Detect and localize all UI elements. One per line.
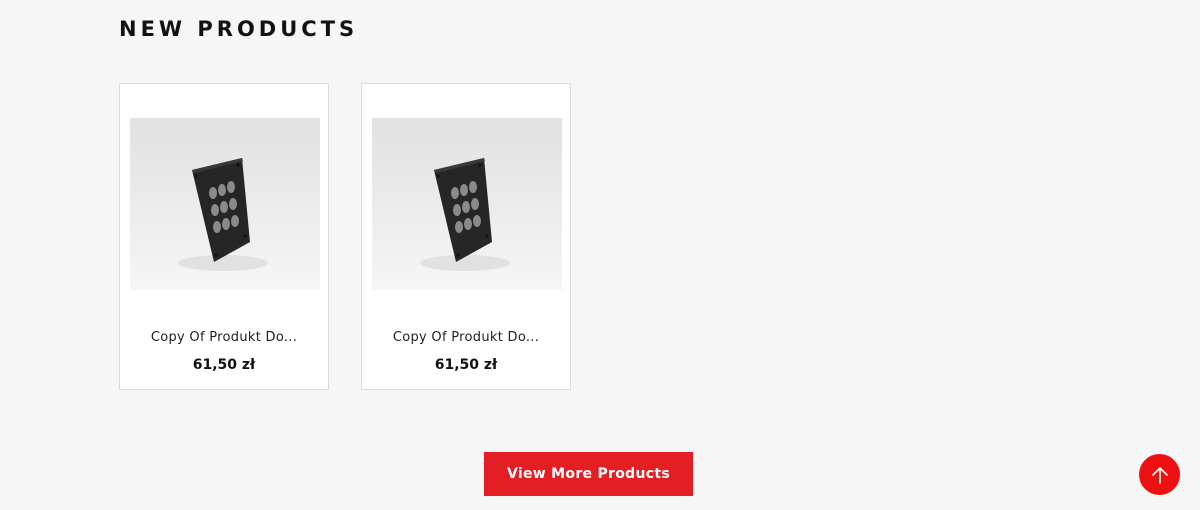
product-card[interactable]: Copy Of Produkt Do... 61,50 zł <box>119 83 329 390</box>
keypad-panel-image <box>178 158 268 271</box>
product-name[interactable]: Copy Of Produkt Do... <box>362 330 570 345</box>
product-price: 61,50 zł <box>192 357 256 373</box>
product-card[interactable]: Copy Of Produkt Do... 61,50 zł <box>361 83 571 390</box>
view-more-products-button[interactable]: View More Products <box>484 452 693 496</box>
section-title: NEW PRODUCTS <box>119 17 359 41</box>
product-image[interactable] <box>372 118 562 290</box>
arrow-up-icon <box>1151 466 1168 484</box>
back-to-top-button[interactable] <box>1139 454 1180 495</box>
product-name[interactable]: Copy Of Produkt Do... <box>120 330 328 345</box>
product-image[interactable] <box>130 118 320 290</box>
keypad-panel-image <box>420 158 510 271</box>
product-price: 61,50 zł <box>434 357 498 373</box>
